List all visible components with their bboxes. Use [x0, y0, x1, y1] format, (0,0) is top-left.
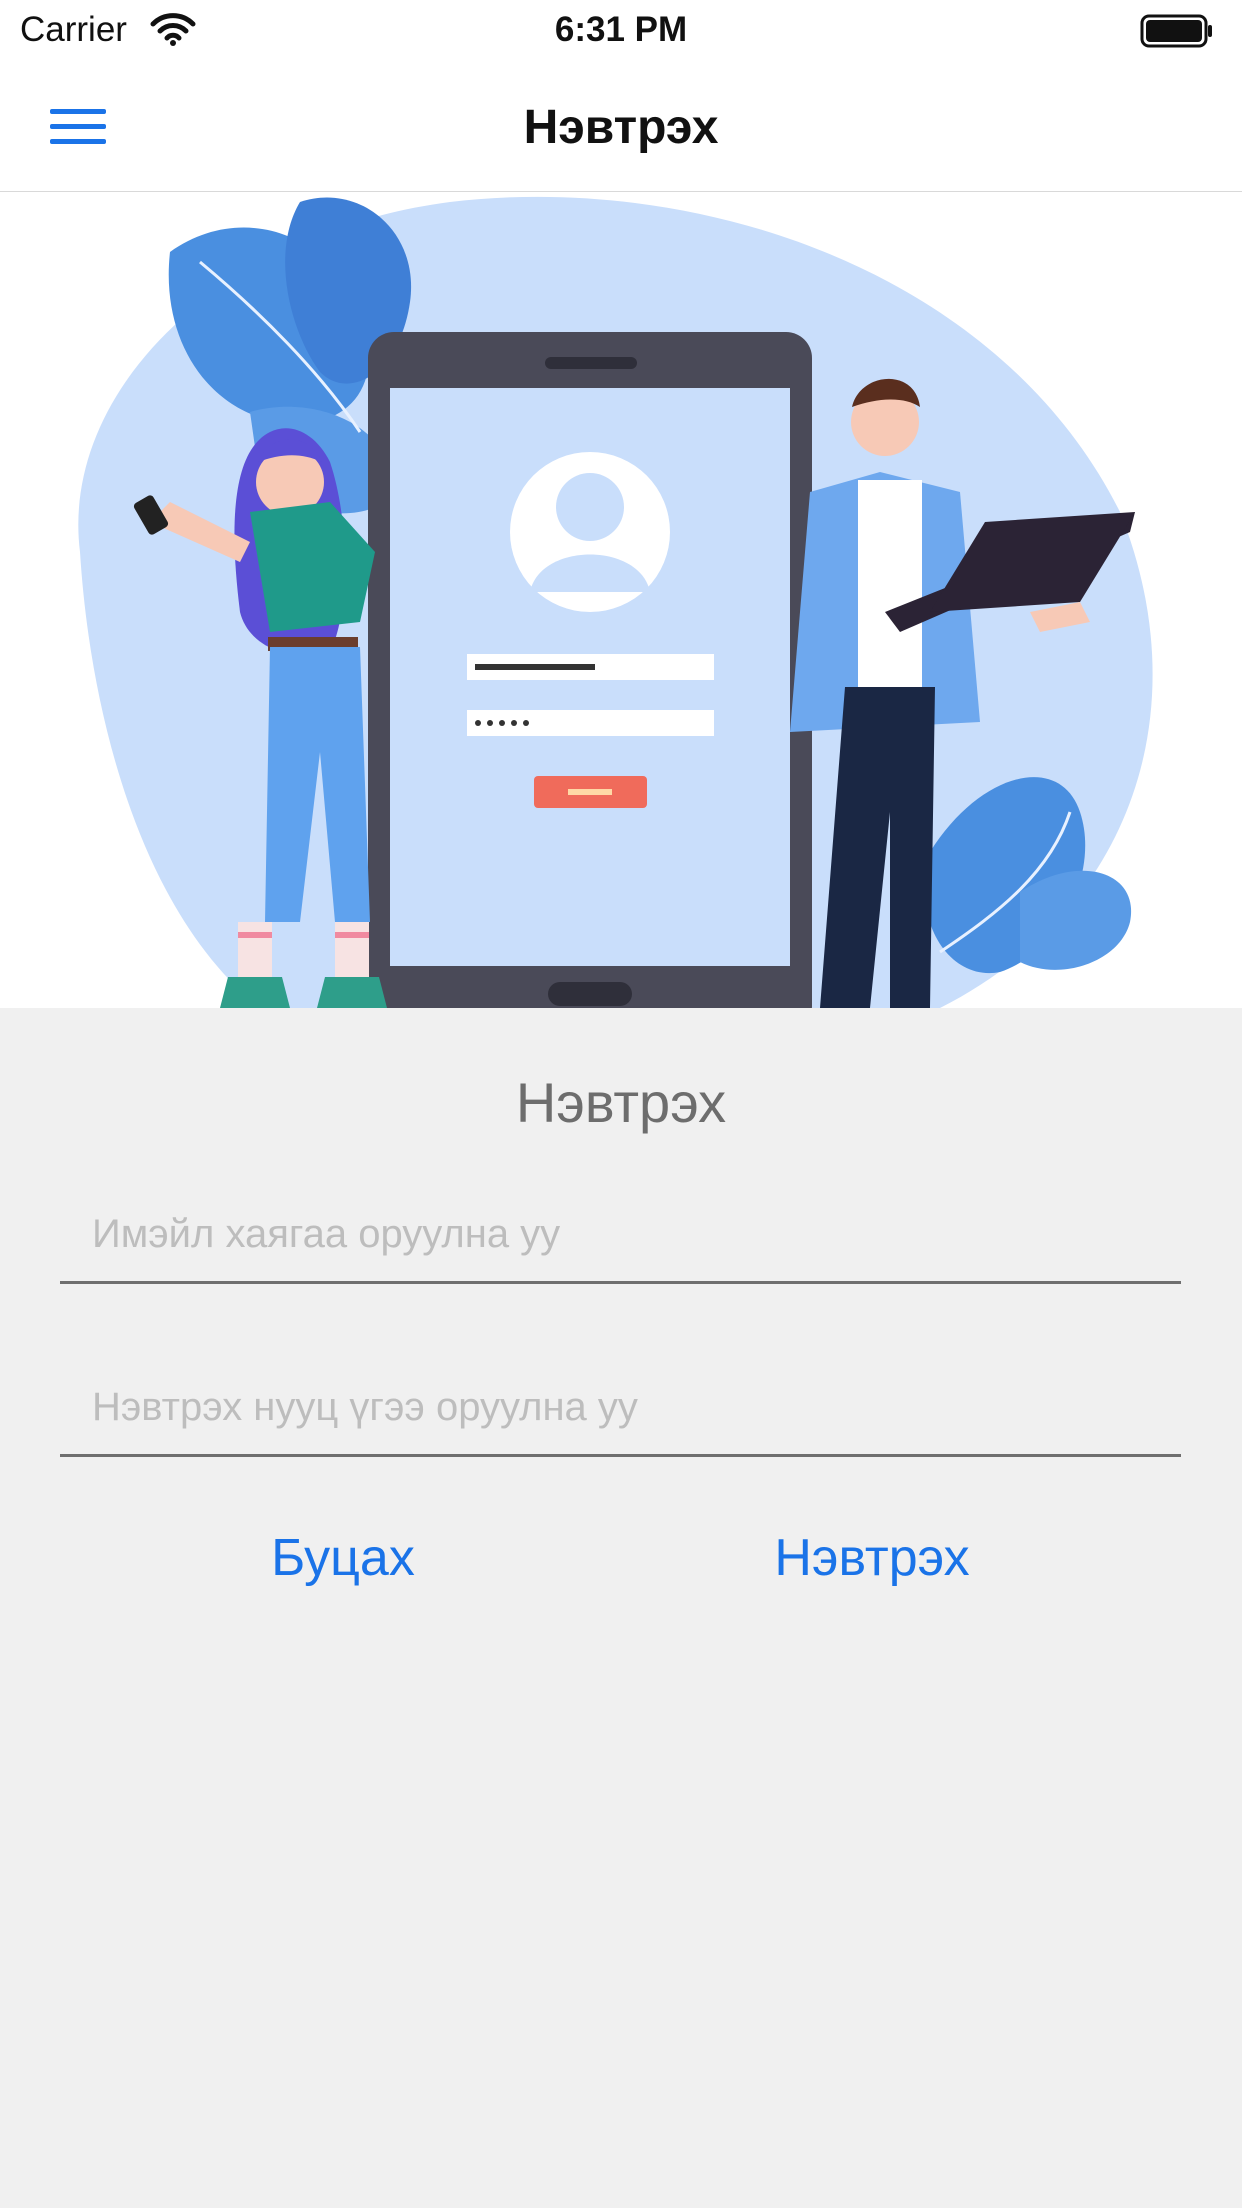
password-field-container — [60, 1366, 1181, 1457]
status-time: 6:31 PM — [554, 10, 688, 49]
status-bar: Carrier 6:31 PM — [0, 0, 1242, 62]
form-title: Нэвтрэх — [515, 1071, 727, 1134]
navigation-bar: Нэвтрэх — [0, 62, 1242, 192]
email-field[interactable] — [90, 1193, 1154, 1275]
battery-icon — [1140, 14, 1214, 53]
login-illustration — [0, 192, 1242, 1008]
email-field-container — [60, 1193, 1181, 1284]
password-field[interactable] — [90, 1366, 1154, 1448]
page-title: Нэвтрэх — [523, 101, 719, 154]
back-button[interactable]: Буцах — [193, 1528, 493, 1588]
login-button[interactable]: Нэвтрэх — [722, 1528, 1022, 1588]
